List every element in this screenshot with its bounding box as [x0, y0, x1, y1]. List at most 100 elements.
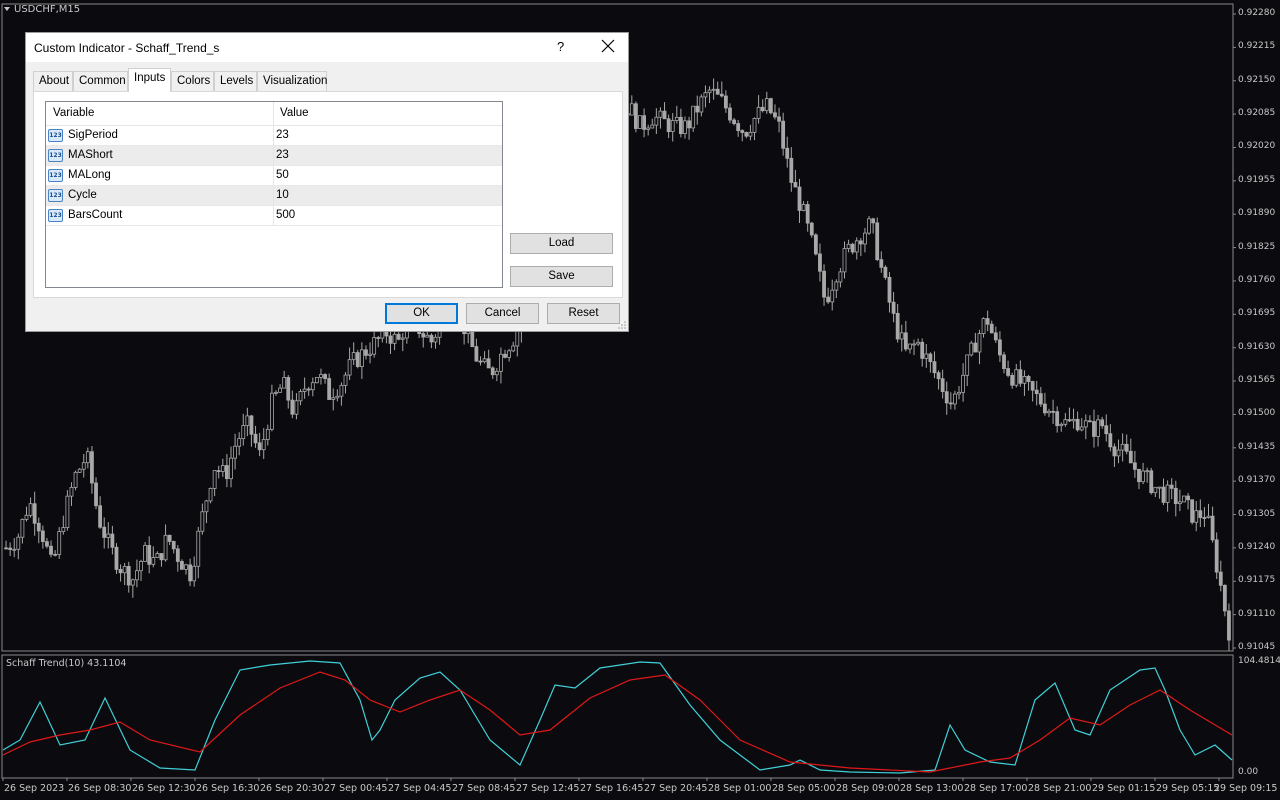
param-row[interactable]: 123 Cycle 10: [46, 186, 502, 206]
candle-body: [421, 333, 426, 338]
candle-body: [1153, 486, 1158, 494]
candle-body: [1026, 376, 1031, 382]
candle-body: [486, 358, 491, 369]
candle-body: [225, 465, 229, 480]
candle-body: [891, 301, 896, 314]
candle-body: [695, 105, 700, 113]
header-value[interactable]: Value: [280, 107, 309, 119]
resize-grip-icon[interactable]: [618, 321, 626, 329]
candle-body: [130, 579, 135, 586]
candle-body: [719, 93, 724, 97]
price-tick-label: 0.91695: [1238, 308, 1276, 319]
candle-body: [306, 388, 311, 391]
candle-body: [928, 353, 933, 363]
candle-body: [1006, 368, 1010, 376]
candle-body: [838, 271, 843, 283]
candle-body: [887, 276, 892, 303]
ok-button[interactable]: OK: [385, 303, 458, 324]
candle-body: [1202, 517, 1207, 519]
candle-body: [208, 488, 213, 502]
custom-indicator-dialog: Custom Indicator - Schaff_Trend_s ? Abou…: [25, 32, 629, 332]
candle-body: [920, 341, 925, 359]
candle-body: [981, 318, 986, 334]
price-tick-label: 0.91305: [1238, 508, 1276, 519]
dropdown-triangle-icon[interactable]: [4, 7, 10, 11]
candle-body: [871, 218, 876, 224]
header-divider[interactable]: [273, 102, 274, 126]
candle-body: [1137, 468, 1141, 483]
candle-body: [65, 495, 70, 529]
param-value[interactable]: 23: [276, 149, 289, 161]
candle-body: [875, 222, 880, 261]
param-value[interactable]: 500: [276, 209, 295, 221]
candle-body: [425, 334, 430, 338]
candle-body: [1075, 418, 1080, 431]
candle-body: [355, 352, 360, 367]
candle-body: [155, 553, 160, 558]
candle-body: [834, 281, 839, 291]
candle-body: [433, 336, 438, 343]
candle-body: [1104, 425, 1109, 435]
candle-body: [1010, 374, 1015, 386]
candle-body: [200, 511, 205, 532]
cancel-button[interactable]: Cancel: [466, 303, 539, 324]
price-tick-label: 0.91370: [1238, 475, 1276, 486]
param-value[interactable]: 50: [276, 169, 289, 181]
integer-param-icon: 123: [48, 169, 63, 182]
price-tick-label: 0.92280: [1238, 8, 1276, 18]
candle-body: [77, 468, 82, 473]
load-button[interactable]: Load: [510, 233, 613, 254]
candle-body: [16, 536, 21, 550]
param-row[interactable]: 123 MALong 50: [46, 166, 502, 186]
candle-body: [1190, 499, 1195, 523]
candle-body: [282, 377, 287, 389]
candle-body: [801, 204, 806, 211]
tab-common[interactable]: Common: [73, 71, 128, 91]
candle-body: [1030, 381, 1035, 391]
price-tick-label: 0.91760: [1238, 274, 1276, 285]
candle-body: [339, 384, 344, 397]
candle-body: [646, 127, 651, 130]
close-icon[interactable]: [599, 37, 617, 55]
candle-body: [785, 147, 790, 159]
reset-button[interactable]: Reset: [547, 303, 620, 324]
candle-body: [49, 545, 53, 555]
candle-body: [634, 103, 638, 129]
candle-body: [854, 240, 859, 253]
param-row[interactable]: 123 MAShort 23: [46, 146, 502, 166]
candle-body: [1079, 426, 1084, 431]
candle-body: [359, 349, 364, 367]
dialog-titlebar[interactable]: Custom Indicator - Schaff_Trend_s ?: [26, 33, 628, 62]
tab-colors[interactable]: Colors: [171, 71, 214, 91]
price-tick-label: 0.91110: [1238, 608, 1276, 619]
param-row[interactable]: 123 SigPeriod 23: [46, 126, 502, 146]
tab-levels[interactable]: Levels: [214, 71, 257, 91]
inputs-grid[interactable]: Variable Value 123 SigPeriod 23 123 MASh…: [45, 101, 503, 288]
candle-body: [294, 400, 299, 415]
candle-body: [736, 123, 741, 131]
time-tick-label: 29 Sep 05:15: [1156, 783, 1220, 794]
indicator-tick-label: 0.00: [1238, 767, 1259, 777]
header-variable[interactable]: Variable: [53, 107, 94, 119]
tab-about[interactable]: About: [33, 71, 73, 91]
help-button[interactable]: ?: [557, 39, 564, 54]
candle-body: [797, 186, 802, 211]
param-row[interactable]: 123 BarsCount 500: [46, 206, 502, 226]
param-value[interactable]: 10: [276, 189, 289, 201]
candle-body: [106, 533, 111, 538]
candle-body: [826, 296, 831, 303]
candle-body: [1018, 369, 1023, 384]
save-button[interactable]: Save: [510, 266, 613, 287]
candle-body: [1141, 470, 1145, 483]
candle-body: [957, 391, 961, 395]
candle-body: [499, 353, 503, 372]
tab-inputs[interactable]: Inputs: [128, 68, 171, 92]
candle-body: [118, 569, 123, 574]
integer-param-icon: 123: [48, 149, 63, 162]
candle-body: [1067, 419, 1072, 422]
candle-body: [57, 531, 62, 555]
tab-visualization[interactable]: Visualization: [257, 71, 327, 91]
candle-body: [1047, 410, 1051, 414]
candle-body: [159, 553, 164, 561]
param-value[interactable]: 23: [276, 129, 289, 141]
